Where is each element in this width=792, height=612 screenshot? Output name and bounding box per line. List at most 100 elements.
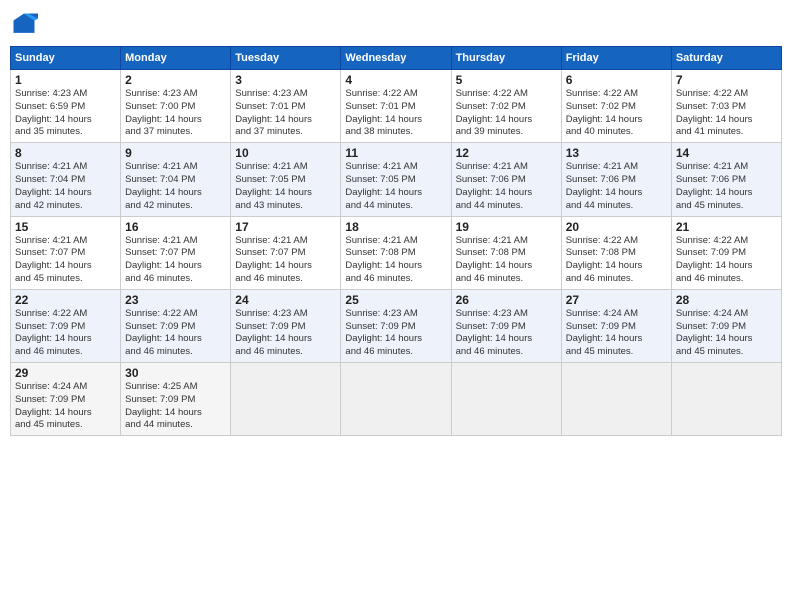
calendar: SundayMondayTuesdayWednesdayThursdayFrid… bbox=[10, 46, 782, 436]
day-info: Sunrise: 4:22 AMSunset: 7:02 PMDaylight:… bbox=[566, 88, 667, 139]
day-info: Sunrise: 4:24 AMSunset: 7:09 PMDaylight:… bbox=[676, 308, 777, 359]
day-number: 18 bbox=[345, 220, 446, 234]
header-tuesday: Tuesday bbox=[231, 47, 341, 70]
calendar-cell: 22Sunrise: 4:22 AMSunset: 7:09 PMDayligh… bbox=[11, 289, 121, 362]
day-info: Sunrise: 4:23 AMSunset: 6:59 PMDaylight:… bbox=[15, 88, 116, 139]
day-number: 17 bbox=[235, 220, 336, 234]
day-info: Sunrise: 4:22 AMSunset: 7:01 PMDaylight:… bbox=[345, 88, 446, 139]
calendar-cell: 10Sunrise: 4:21 AMSunset: 7:05 PMDayligh… bbox=[231, 143, 341, 216]
day-number: 6 bbox=[566, 73, 667, 87]
header-sunday: Sunday bbox=[11, 47, 121, 70]
calendar-cell: 1Sunrise: 4:23 AMSunset: 6:59 PMDaylight… bbox=[11, 70, 121, 143]
day-info: Sunrise: 4:24 AMSunset: 7:09 PMDaylight:… bbox=[15, 381, 116, 432]
calendar-cell: 29Sunrise: 4:24 AMSunset: 7:09 PMDayligh… bbox=[11, 363, 121, 436]
header-saturday: Saturday bbox=[671, 47, 781, 70]
page: SundayMondayTuesdayWednesdayThursdayFrid… bbox=[0, 0, 792, 612]
day-number: 30 bbox=[125, 366, 226, 380]
day-info: Sunrise: 4:21 AMSunset: 7:06 PMDaylight:… bbox=[676, 161, 777, 212]
header-wednesday: Wednesday bbox=[341, 47, 451, 70]
header-thursday: Thursday bbox=[451, 47, 561, 70]
day-number: 14 bbox=[676, 146, 777, 160]
calendar-cell: 17Sunrise: 4:21 AMSunset: 7:07 PMDayligh… bbox=[231, 216, 341, 289]
calendar-cell: 26Sunrise: 4:23 AMSunset: 7:09 PMDayligh… bbox=[451, 289, 561, 362]
day-info: Sunrise: 4:21 AMSunset: 7:05 PMDaylight:… bbox=[345, 161, 446, 212]
calendar-cell: 24Sunrise: 4:23 AMSunset: 7:09 PMDayligh… bbox=[231, 289, 341, 362]
calendar-cell: 14Sunrise: 4:21 AMSunset: 7:06 PMDayligh… bbox=[671, 143, 781, 216]
day-number: 27 bbox=[566, 293, 667, 307]
week-row-3: 15Sunrise: 4:21 AMSunset: 7:07 PMDayligh… bbox=[11, 216, 782, 289]
day-number: 3 bbox=[235, 73, 336, 87]
week-row-4: 22Sunrise: 4:22 AMSunset: 7:09 PMDayligh… bbox=[11, 289, 782, 362]
calendar-cell: 18Sunrise: 4:21 AMSunset: 7:08 PMDayligh… bbox=[341, 216, 451, 289]
calendar-cell: 3Sunrise: 4:23 AMSunset: 7:01 PMDaylight… bbox=[231, 70, 341, 143]
day-number: 8 bbox=[15, 146, 116, 160]
day-info: Sunrise: 4:21 AMSunset: 7:07 PMDaylight:… bbox=[235, 235, 336, 286]
day-info: Sunrise: 4:21 AMSunset: 7:06 PMDaylight:… bbox=[566, 161, 667, 212]
calendar-header-row: SundayMondayTuesdayWednesdayThursdayFrid… bbox=[11, 47, 782, 70]
calendar-cell: 12Sunrise: 4:21 AMSunset: 7:06 PMDayligh… bbox=[451, 143, 561, 216]
calendar-cell: 11Sunrise: 4:21 AMSunset: 7:05 PMDayligh… bbox=[341, 143, 451, 216]
day-info: Sunrise: 4:22 AMSunset: 7:08 PMDaylight:… bbox=[566, 235, 667, 286]
calendar-cell: 5Sunrise: 4:22 AMSunset: 7:02 PMDaylight… bbox=[451, 70, 561, 143]
calendar-cell: 20Sunrise: 4:22 AMSunset: 7:08 PMDayligh… bbox=[561, 216, 671, 289]
calendar-cell: 27Sunrise: 4:24 AMSunset: 7:09 PMDayligh… bbox=[561, 289, 671, 362]
day-info: Sunrise: 4:23 AMSunset: 7:09 PMDaylight:… bbox=[456, 308, 557, 359]
day-info: Sunrise: 4:22 AMSunset: 7:09 PMDaylight:… bbox=[15, 308, 116, 359]
day-info: Sunrise: 4:21 AMSunset: 7:07 PMDaylight:… bbox=[15, 235, 116, 286]
calendar-cell: 15Sunrise: 4:21 AMSunset: 7:07 PMDayligh… bbox=[11, 216, 121, 289]
calendar-cell: 2Sunrise: 4:23 AMSunset: 7:00 PMDaylight… bbox=[121, 70, 231, 143]
calendar-cell: 13Sunrise: 4:21 AMSunset: 7:06 PMDayligh… bbox=[561, 143, 671, 216]
calendar-cell: 28Sunrise: 4:24 AMSunset: 7:09 PMDayligh… bbox=[671, 289, 781, 362]
day-number: 7 bbox=[676, 73, 777, 87]
day-number: 22 bbox=[15, 293, 116, 307]
day-number: 20 bbox=[566, 220, 667, 234]
header bbox=[10, 10, 782, 38]
day-number: 10 bbox=[235, 146, 336, 160]
day-number: 25 bbox=[345, 293, 446, 307]
day-number: 12 bbox=[456, 146, 557, 160]
calendar-cell: 25Sunrise: 4:23 AMSunset: 7:09 PMDayligh… bbox=[341, 289, 451, 362]
calendar-cell bbox=[231, 363, 341, 436]
day-info: Sunrise: 4:21 AMSunset: 7:04 PMDaylight:… bbox=[125, 161, 226, 212]
week-row-1: 1Sunrise: 4:23 AMSunset: 6:59 PMDaylight… bbox=[11, 70, 782, 143]
day-number: 15 bbox=[15, 220, 116, 234]
calendar-cell: 16Sunrise: 4:21 AMSunset: 7:07 PMDayligh… bbox=[121, 216, 231, 289]
calendar-cell: 30Sunrise: 4:25 AMSunset: 7:09 PMDayligh… bbox=[121, 363, 231, 436]
header-friday: Friday bbox=[561, 47, 671, 70]
week-row-5: 29Sunrise: 4:24 AMSunset: 7:09 PMDayligh… bbox=[11, 363, 782, 436]
day-number: 29 bbox=[15, 366, 116, 380]
day-number: 11 bbox=[345, 146, 446, 160]
day-info: Sunrise: 4:21 AMSunset: 7:07 PMDaylight:… bbox=[125, 235, 226, 286]
day-number: 23 bbox=[125, 293, 226, 307]
week-row-2: 8Sunrise: 4:21 AMSunset: 7:04 PMDaylight… bbox=[11, 143, 782, 216]
day-info: Sunrise: 4:21 AMSunset: 7:06 PMDaylight:… bbox=[456, 161, 557, 212]
day-number: 24 bbox=[235, 293, 336, 307]
day-info: Sunrise: 4:24 AMSunset: 7:09 PMDaylight:… bbox=[566, 308, 667, 359]
calendar-cell bbox=[341, 363, 451, 436]
day-info: Sunrise: 4:21 AMSunset: 7:04 PMDaylight:… bbox=[15, 161, 116, 212]
day-number: 13 bbox=[566, 146, 667, 160]
day-info: Sunrise: 4:23 AMSunset: 7:00 PMDaylight:… bbox=[125, 88, 226, 139]
calendar-cell: 9Sunrise: 4:21 AMSunset: 7:04 PMDaylight… bbox=[121, 143, 231, 216]
header-monday: Monday bbox=[121, 47, 231, 70]
day-info: Sunrise: 4:21 AMSunset: 7:08 PMDaylight:… bbox=[345, 235, 446, 286]
day-number: 19 bbox=[456, 220, 557, 234]
day-info: Sunrise: 4:21 AMSunset: 7:08 PMDaylight:… bbox=[456, 235, 557, 286]
day-info: Sunrise: 4:23 AMSunset: 7:01 PMDaylight:… bbox=[235, 88, 336, 139]
day-info: Sunrise: 4:21 AMSunset: 7:05 PMDaylight:… bbox=[235, 161, 336, 212]
day-number: 2 bbox=[125, 73, 226, 87]
day-number: 9 bbox=[125, 146, 226, 160]
day-info: Sunrise: 4:22 AMSunset: 7:09 PMDaylight:… bbox=[676, 235, 777, 286]
calendar-cell: 23Sunrise: 4:22 AMSunset: 7:09 PMDayligh… bbox=[121, 289, 231, 362]
day-number: 16 bbox=[125, 220, 226, 234]
calendar-cell: 6Sunrise: 4:22 AMSunset: 7:02 PMDaylight… bbox=[561, 70, 671, 143]
day-number: 26 bbox=[456, 293, 557, 307]
calendar-cell: 19Sunrise: 4:21 AMSunset: 7:08 PMDayligh… bbox=[451, 216, 561, 289]
day-number: 4 bbox=[345, 73, 446, 87]
calendar-cell: 21Sunrise: 4:22 AMSunset: 7:09 PMDayligh… bbox=[671, 216, 781, 289]
day-number: 1 bbox=[15, 73, 116, 87]
calendar-cell: 7Sunrise: 4:22 AMSunset: 7:03 PMDaylight… bbox=[671, 70, 781, 143]
day-number: 5 bbox=[456, 73, 557, 87]
calendar-cell: 8Sunrise: 4:21 AMSunset: 7:04 PMDaylight… bbox=[11, 143, 121, 216]
day-info: Sunrise: 4:22 AMSunset: 7:02 PMDaylight:… bbox=[456, 88, 557, 139]
